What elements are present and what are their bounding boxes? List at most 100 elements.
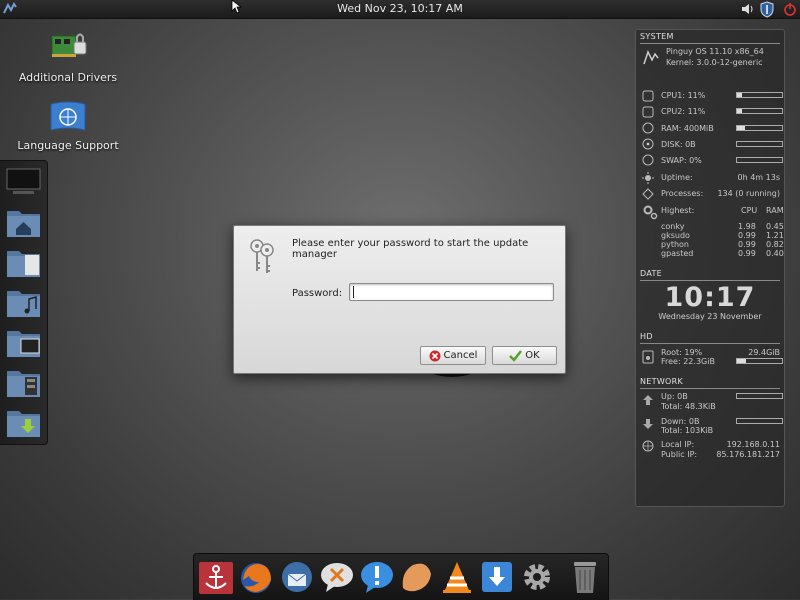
power-icon[interactable] <box>783 2 797 16</box>
divider <box>640 343 780 344</box>
proc-cpu: 0.99 <box>738 249 756 258</box>
download-icon[interactable] <box>478 558 516 596</box>
pictures-folder-icon[interactable] <box>5 325 42 359</box>
col-ram-header: RAM <box>766 206 784 215</box>
ram-label: RAM: 400MiB <box>661 124 714 133</box>
proc-name: gksudo <box>661 231 690 240</box>
network-title: NETWORK <box>640 377 684 386</box>
processes-value: 134 (0 running) <box>717 189 780 198</box>
disk-icon <box>642 138 654 150</box>
cancel-button[interactable]: Cancel <box>420 346 486 365</box>
proc-name: conky <box>661 222 685 231</box>
disk-label: DISK: 0B <box>661 140 696 149</box>
ram-bar <box>736 125 783 131</box>
upload-graph <box>736 393 783 399</box>
proc-cpu: 1.98 <box>738 222 756 231</box>
dialog-message: Please enter your password to start the … <box>292 238 529 260</box>
checkmark-icon <box>509 349 523 362</box>
swap-label: SWAP: 0% <box>661 156 702 165</box>
swap-icon <box>642 154 654 166</box>
firefox-icon[interactable] <box>237 558 275 596</box>
divider <box>640 43 780 44</box>
settings-gear-icon[interactable] <box>518 558 556 596</box>
top-panel: Wed Nov 23, 10:17 AM <box>0 0 800 19</box>
uptime-label: Uptime: <box>661 173 693 182</box>
cpu-icon <box>642 106 654 118</box>
hd-title: HD <box>640 332 653 341</box>
os-version: Pinguy OS 11.10 x86_64 <box>666 47 764 56</box>
proc-cpu: 0.99 <box>738 240 756 249</box>
downloads-folder-icon[interactable] <box>5 405 42 439</box>
thunderbird-icon[interactable] <box>278 558 316 596</box>
desktop-icon-additional-drivers[interactable]: Additional Drivers <box>13 26 123 84</box>
chat-icon[interactable] <box>318 558 356 596</box>
globe-icon <box>642 440 654 452</box>
download-arrow-icon <box>643 419 653 429</box>
monitor-icon[interactable] <box>5 165 42 199</box>
sun-icon <box>642 172 654 184</box>
left-dock <box>0 160 48 445</box>
distro-logo-icon <box>643 50 659 65</box>
documents-folder-icon[interactable] <box>5 245 42 279</box>
disk-bar <box>736 141 783 147</box>
cpu2-label: CPU2: 11% <box>661 107 706 116</box>
long-date: Wednesday 23 November <box>658 312 762 321</box>
proc-ram: 0.45 <box>766 222 784 231</box>
gears-icon <box>643 205 658 220</box>
system-title: SYSTEM <box>640 32 674 41</box>
col-cpu-header: CPU <box>741 206 758 215</box>
ram-icon <box>642 122 654 134</box>
proc-name: python <box>661 240 689 249</box>
pidgin-icon[interactable] <box>397 558 435 596</box>
big-clock: 10:17 <box>664 282 756 313</box>
text-caret <box>353 286 354 298</box>
home-folder-icon[interactable] <box>5 205 42 239</box>
processes-icon <box>642 188 654 200</box>
keys-icon <box>250 239 274 273</box>
desktop-icon-label: Additional Drivers <box>18 71 118 84</box>
vlc-icon[interactable] <box>438 558 476 596</box>
desktop-icon-language-support[interactable]: Language Support <box>13 100 123 152</box>
password-label: Password: <box>292 288 343 299</box>
root-bar <box>736 358 783 364</box>
proc-ram: 0.82 <box>766 240 784 249</box>
anchor-icon[interactable] <box>197 558 235 596</box>
panel-clock[interactable]: Wed Nov 23, 10:17 AM <box>0 2 800 15</box>
proc-cpu: 0.99 <box>738 231 756 240</box>
videos-folder-icon[interactable] <box>5 365 42 399</box>
swap-bar <box>736 157 783 163</box>
divider <box>640 280 780 281</box>
highest-label: Highest: <box>661 206 695 215</box>
volume-icon[interactable] <box>741 2 755 16</box>
music-folder-icon[interactable] <box>5 285 42 319</box>
kernel-version: Kernel: 3.0.0-12-generic <box>666 58 763 67</box>
password-dialog: Please enter your password to start the … <box>233 225 566 374</box>
proc-ram: 0.40 <box>766 249 784 258</box>
local-ip-value: 192.168.0.11 <box>726 440 780 449</box>
hard-drive-icon <box>642 350 654 364</box>
free-space: Free: 22.3GiB <box>661 357 715 366</box>
empathy-icon[interactable] <box>358 558 396 596</box>
root-usage: Root: 19% <box>661 348 703 357</box>
shield-icon[interactable] <box>759 1 775 18</box>
download-graph <box>736 418 783 424</box>
uptime-value: 0h 4m 13s <box>737 173 780 182</box>
trash-icon[interactable] <box>566 558 604 596</box>
conky-system-monitor: SYSTEM Pinguy OS 11.10 x86_64 Kernel: 3.… <box>635 29 785 507</box>
mouse-cursor-icon <box>231 0 243 14</box>
cancel-icon <box>429 350 441 361</box>
date-title: DATE <box>640 269 663 278</box>
proc-name: gpasted <box>661 249 694 258</box>
desktop-icon-label: Language Support <box>17 139 119 152</box>
language-flag-icon <box>50 101 86 131</box>
cpu1-bar <box>736 92 783 98</box>
drivers-icon <box>51 33 87 57</box>
local-ip-label: Local IP: <box>661 440 695 449</box>
password-field[interactable] <box>349 283 554 301</box>
bottom-dock <box>193 553 609 600</box>
download-total: Total: 103KiB <box>661 426 714 435</box>
ok-button[interactable]: OK <box>492 346 557 365</box>
upload-speed: Up: 0B <box>661 392 688 401</box>
divider <box>640 388 780 389</box>
processes-label: Processes: <box>661 189 704 198</box>
